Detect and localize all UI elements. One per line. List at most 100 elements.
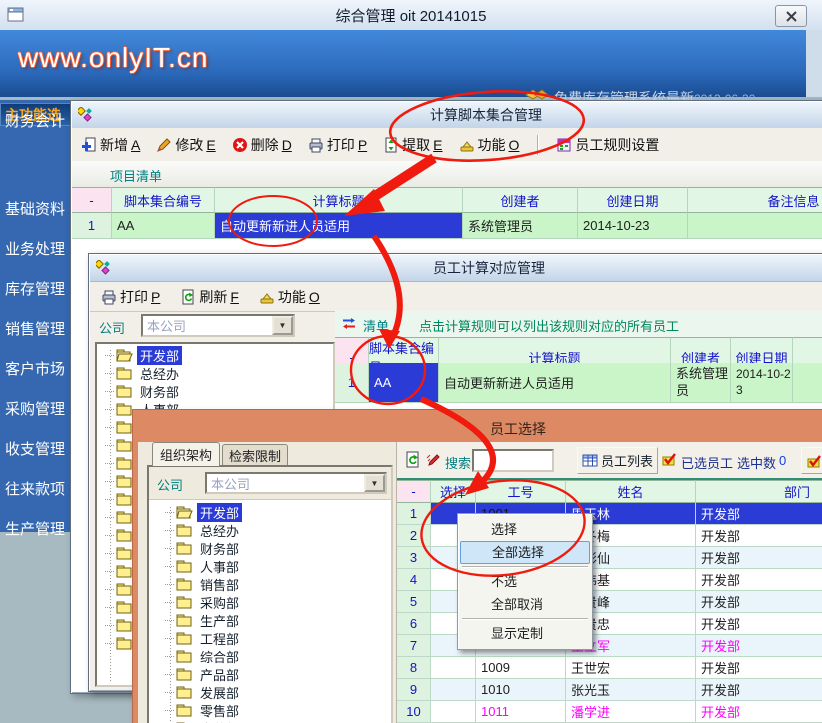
select-cell[interactable] bbox=[431, 679, 476, 701]
tab-strip: 项目清单 bbox=[72, 161, 822, 188]
col-header[interactable]: 部门 bbox=[696, 480, 822, 503]
window-titlebar[interactable]: 员工选择 bbox=[138, 415, 822, 442]
sidebar-item[interactable]: 库存管理 bbox=[0, 268, 78, 308]
company-select[interactable]: 本公司 ▼ bbox=[141, 314, 295, 337]
employee-rules-button[interactable]: 员工规则设置 bbox=[553, 133, 665, 157]
create-date: 2014-10-23 bbox=[578, 213, 688, 239]
sidebar-item[interactable]: 销售管理 bbox=[0, 308, 78, 348]
tree-item-department[interactable]: 人事部 bbox=[157, 557, 391, 575]
tab-project-list[interactable]: 项目清单 bbox=[110, 166, 162, 185]
refresh-button[interactable] bbox=[401, 449, 424, 470]
row-number: 5 bbox=[397, 591, 431, 613]
select-cell[interactable] bbox=[431, 701, 476, 723]
tree-item-department[interactable]: 开发部 bbox=[97, 346, 333, 364]
employee-dept: 开发部 bbox=[696, 701, 822, 723]
tree-item-department[interactable]: 总经办 bbox=[157, 521, 391, 539]
table-row[interactable]: 1 AA 自动更新新进人员适用 系统管理员 2014-10-23 bbox=[72, 213, 822, 239]
edit-button[interactable]: 修改E bbox=[153, 133, 218, 157]
sidebar-item[interactable]: 基础资料 bbox=[0, 188, 78, 228]
function-button[interactable]: 功能O bbox=[456, 133, 523, 157]
site-url[interactable]: www.onlyIT.cn bbox=[18, 42, 208, 74]
confirm-check-button[interactable] bbox=[801, 447, 822, 474]
col-header[interactable]: 脚本集合编号 bbox=[112, 187, 215, 213]
folder-icon bbox=[116, 456, 133, 471]
sidebar-item[interactable]: 收支管理 bbox=[0, 428, 78, 468]
employee-dept: 开发部 bbox=[696, 657, 822, 679]
close-button[interactable] bbox=[775, 5, 807, 27]
employee-name: 张光玉 bbox=[566, 679, 696, 701]
tree-item-department[interactable]: 采购部 bbox=[157, 593, 391, 611]
employee-list-button[interactable]: 员工列表 bbox=[577, 447, 658, 474]
context-menu-item[interactable]: 全部取消 bbox=[460, 593, 590, 616]
chevron-down-icon[interactable]: ▼ bbox=[364, 474, 385, 492]
add-button[interactable]: 新增A bbox=[78, 133, 143, 157]
col-header[interactable]: 计算标题 bbox=[215, 187, 463, 213]
selected-employees-label[interactable]: 已选员工 bbox=[681, 453, 733, 472]
script-code-selected-cell[interactable]: AA bbox=[369, 363, 439, 403]
list-label[interactable]: 清单 bbox=[363, 316, 389, 335]
tree-item-department[interactable]: 财务部 bbox=[157, 539, 391, 557]
employee-row[interactable]: 8 1009 王世宏 开发部 bbox=[397, 657, 822, 679]
company-select[interactable]: 本公司 ▼ bbox=[205, 472, 387, 494]
tree-item-department[interactable]: 财务部 bbox=[97, 382, 333, 400]
selected-count-label: 选中数 bbox=[737, 453, 776, 472]
refresh-icon bbox=[180, 289, 196, 305]
col-header[interactable]: 工号 bbox=[476, 480, 566, 503]
window-titlebar[interactable]: 计算脚本集合管理 bbox=[72, 102, 822, 129]
col-header[interactable]: 备注信息 bbox=[688, 187, 822, 213]
tree-item-department[interactable]: 销售部 bbox=[157, 575, 391, 593]
col-header[interactable]: 创建者 bbox=[463, 187, 578, 213]
folder-icon bbox=[116, 636, 133, 651]
col-header[interactable]: 姓名 bbox=[566, 480, 696, 503]
tab-search-limit[interactable]: 检索限制 bbox=[222, 444, 288, 466]
folder-icon bbox=[176, 649, 193, 664]
select-cell[interactable] bbox=[431, 657, 476, 679]
col-header[interactable]: - bbox=[397, 480, 431, 503]
employee-row[interactable]: 9 1010 张光玉 开发部 bbox=[397, 679, 822, 701]
tree-item-department[interactable]: 总经办 bbox=[97, 364, 333, 382]
tab-org-structure[interactable]: 组织架构 bbox=[152, 442, 220, 466]
chevron-down-icon[interactable]: ▼ bbox=[272, 316, 293, 335]
employee-row[interactable]: 10 1011 潘学进 开发部 bbox=[397, 701, 822, 723]
context-menu-item[interactable]: 选择 bbox=[460, 518, 590, 541]
context-menu-item[interactable]: 显示定制 bbox=[460, 622, 590, 645]
folder-icon bbox=[176, 613, 193, 628]
sidebar-item[interactable]: 采购管理 bbox=[0, 388, 78, 428]
col-header[interactable]: 选择 bbox=[431, 480, 476, 503]
col-header[interactable]: 创建日期 bbox=[578, 187, 688, 213]
print-button[interactable]: 打印P bbox=[305, 133, 370, 157]
print-button[interactable]: 打印P bbox=[98, 285, 163, 309]
sidebar-item[interactable]: 生产管理 bbox=[0, 508, 78, 548]
sidebar-item[interactable]: 往来款项 bbox=[0, 468, 78, 508]
sidebar-item[interactable]: 财务会计 bbox=[0, 100, 78, 140]
function-button[interactable]: 功能O bbox=[256, 285, 323, 309]
employee-dept: 开发部 bbox=[696, 525, 822, 547]
tree-item-department[interactable]: 发展部 bbox=[157, 683, 391, 701]
selected-count-value: 0 bbox=[779, 453, 786, 468]
folder-icon bbox=[116, 438, 133, 453]
context-menu-item[interactable]: 全部选择 bbox=[460, 541, 590, 564]
refresh-button[interactable]: 刷新F bbox=[177, 285, 242, 309]
window-titlebar[interactable]: 员工计算对应管理 bbox=[90, 255, 822, 282]
toolbar: 新增A 修改E 删除D 打印P 提取E 功能O bbox=[72, 128, 822, 162]
tree-item-department[interactable]: 产品部 bbox=[157, 665, 391, 683]
calc-title-selected-cell[interactable]: 自动更新新进人员适用 bbox=[215, 213, 463, 239]
clear-pen-button[interactable] bbox=[423, 450, 445, 470]
employee-dept: 开发部 bbox=[696, 613, 822, 635]
tree-item-department[interactable]: 生产部 bbox=[157, 611, 391, 629]
col-header[interactable]: - bbox=[72, 187, 112, 213]
tree-item-department[interactable]: 综合部 bbox=[157, 647, 391, 665]
search-input[interactable] bbox=[472, 449, 554, 472]
sidebar-item[interactable]: 业务处理 bbox=[0, 228, 78, 268]
delete-button[interactable]: 删除D bbox=[229, 133, 295, 157]
table-row[interactable]: 1 AA 自动更新新进人员适用 系统管理员 2014-10-23 bbox=[335, 363, 822, 403]
main-window-titlebar[interactable]: 综合管理 oit 20141015 bbox=[0, 0, 822, 31]
tree-item-department[interactable]: 工程部 bbox=[157, 629, 391, 647]
extract-button[interactable]: 提取E bbox=[380, 133, 445, 157]
tree-item-department[interactable]: 零售部 bbox=[157, 701, 391, 719]
tree-item-department[interactable]: 直营部 bbox=[157, 719, 391, 723]
context-menu-item[interactable]: 不选 bbox=[460, 570, 590, 593]
main-menu-sidebar: 主功能选 基础资料 业务处理 库存管理 销售管理 客户市场 采购管理 收支管理 … bbox=[0, 100, 78, 532]
sidebar-item[interactable]: 客户市场 bbox=[0, 348, 78, 388]
tree-item-department[interactable]: 开发部 bbox=[157, 503, 391, 521]
